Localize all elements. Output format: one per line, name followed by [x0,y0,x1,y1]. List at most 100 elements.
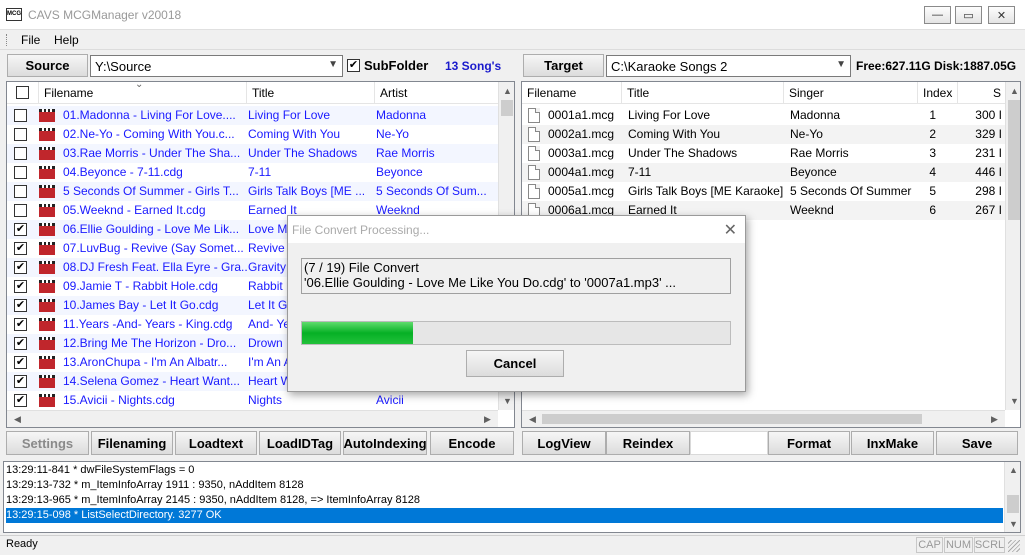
logview-button[interactable]: LogView [522,431,606,455]
inxmake-button[interactable]: InxMake [851,431,934,455]
scroll-left-icon[interactable]: ◀ [524,414,541,425]
cell-filename: 07.LuvBug - Revive (Say Somet... [63,241,244,255]
cell-title: Under The Shadows [628,146,738,160]
cell-size: 300 I [975,108,1002,122]
row-checkbox[interactable]: ✔ [14,299,27,312]
table-row[interactable]: 02.Ne-Yo - Coming With You.c... Coming Wi… [7,125,514,144]
resize-grip-icon[interactable] [1008,540,1020,552]
table-row[interactable]: 04.Beyonce - 7-11.cdg 7-11 Beyonce [7,163,514,182]
column-header-singer[interactable]: Singer [784,82,918,104]
format-button[interactable]: Format [768,431,850,455]
sort-indicator-icon: ⌄ [135,82,144,90]
row-checkbox[interactable]: ✔ [14,318,27,331]
row-checkbox[interactable]: ✔ [14,242,27,255]
maximize-button[interactable]: ▭ [955,6,982,24]
cell-filename: 10.James Bay - Let It Go.cdg [63,298,219,312]
select-all-checkbox[interactable] [16,86,29,99]
column-header-size[interactable]: S [958,82,1006,104]
table-row[interactable]: 0003a1.mcg Under The Shadows Rae Morris 3 23… [522,144,1020,163]
karaoke-file-icon [39,356,55,369]
row-checkbox[interactable] [14,109,27,122]
table-row[interactable]: 5 Seconds Of Summer - Girls T... Girls Ta… [7,182,514,201]
column-header-title[interactable]: Title [247,82,375,104]
encode-button[interactable]: Encode [430,431,514,455]
menu-file[interactable]: File [21,33,40,47]
reindex-button[interactable]: Reindex [606,431,690,455]
scroll-down-icon[interactable]: ▼ [1005,519,1020,529]
row-checkbox[interactable]: ✔ [14,394,27,407]
table-row[interactable]: 03.Rae Morris - Under The Sha... Under Th… [7,144,514,163]
settings-button[interactable]: Settings [6,431,89,455]
source-path-combo[interactable]: Y:\Source ▼ [90,55,343,77]
cell-filename: 0003a1.mcg [548,146,615,160]
cell-size: 446 I [975,165,1002,179]
row-checkbox[interactable] [14,204,27,217]
row-checkbox[interactable]: ✔ [14,375,27,388]
table-row[interactable]: ✔ 15.Avicii - Nights.cdg Nights Avicii [7,391,514,410]
column-header-filename[interactable]: Filename ⌄ [39,82,247,104]
source-button[interactable]: Source [7,54,88,77]
close-icon[interactable]: ✕ [724,220,737,240]
table-row[interactable]: 01.Madonna - Living For Love.... Living F… [7,106,514,125]
chevron-down-icon[interactable]: ▼ [328,59,338,70]
scroll-thumb[interactable] [1008,100,1020,220]
row-checkbox[interactable] [14,147,27,160]
menu-help[interactable]: Help [54,33,79,47]
scroll-left-icon[interactable]: ◀ [9,414,26,425]
table-row[interactable]: 0005a1.mcg Girls Talk Boys [ME Karaoke] 5 … [522,182,1020,201]
table-row[interactable]: 0004a1.mcg 7-11 Beyonce 4 446 I [522,163,1020,182]
cell-index: 6 [929,203,936,217]
scroll-right-icon[interactable]: ▶ [986,414,1003,425]
column-header-title[interactable]: Title [622,82,784,104]
cell-filename: 0001a1.mcg [548,108,615,122]
filenaming-button[interactable]: Filenaming [91,431,173,455]
target-path-combo[interactable]: C:\Karaoke Songs 2 ▼ [606,55,851,77]
scroll-up-icon[interactable]: ▲ [1006,86,1020,96]
column-header-artist[interactable]: Artist [375,82,499,104]
cell-filename: 02.Ne-Yo - Coming With You.c... [63,127,235,141]
blank-field [690,431,768,455]
scroll-thumb[interactable] [501,100,513,116]
log-view[interactable]: 13:29:11-841 * dwFileSystemFlags = 0 13:… [3,461,1021,533]
target-button[interactable]: Target [523,54,604,77]
cell-artist: Beyonce [376,165,423,179]
minimize-button[interactable]: — [924,6,951,24]
column-header-filename[interactable]: Filename [522,82,622,104]
row-checkbox[interactable]: ✔ [14,356,27,369]
source-horizontal-scrollbar[interactable]: ◀ ▶ [7,410,498,427]
cell-size: 267 I [975,203,1002,217]
row-checkbox[interactable]: ✔ [14,223,27,236]
table-row[interactable]: 0001a1.mcg Living For Love Madonna 1 300 I [522,106,1020,125]
close-button[interactable]: ✕ [988,6,1015,24]
cancel-button[interactable]: Cancel [466,350,564,377]
scroll-thumb[interactable] [542,414,922,424]
row-checkbox[interactable]: ✔ [14,261,27,274]
scroll-down-icon[interactable]: ▼ [1006,396,1020,406]
target-vertical-scrollbar[interactable]: ▲ ▼ [1005,82,1020,410]
scroll-up-icon[interactable]: ▲ [1005,465,1020,475]
scroll-up-icon[interactable]: ▲ [499,86,514,96]
status-scrl: SCRL [974,537,1005,553]
scroll-right-icon[interactable]: ▶ [479,414,496,425]
cell-filename: 04.Beyonce - 7-11.cdg [63,165,183,179]
loadtext-button[interactable]: Loadtext [175,431,257,455]
row-checkbox[interactable] [14,185,27,198]
save-button[interactable]: Save [936,431,1018,455]
scroll-down-icon[interactable]: ▼ [499,396,514,406]
scroll-thumb[interactable] [1007,495,1019,513]
column-header-index[interactable]: Index [918,82,958,104]
row-checkbox[interactable]: ✔ [14,337,27,350]
log-line-selected[interactable]: 13:29:15-098 * ListSelectDirectory. 3277… [6,508,1003,523]
log-vertical-scrollbar[interactable]: ▲ ▼ [1004,462,1020,532]
target-horizontal-scrollbar[interactable]: ◀ ▶ [522,410,1005,427]
subfolder-checkbox[interactable]: ✔ [347,59,360,72]
row-checkbox[interactable]: ✔ [14,280,27,293]
status-ready: Ready [6,538,38,550]
chevron-down-icon[interactable]: ▼ [836,59,846,70]
row-checkbox[interactable] [14,166,27,179]
row-checkbox[interactable] [14,128,27,141]
dialog-message-line1: (7 / 19) File Convert [304,260,419,275]
autoindexing-button[interactable]: AutoIndexing [343,431,427,455]
table-row[interactable]: 0002a1.mcg Coming With You Ne-Yo 2 329 I [522,125,1020,144]
loadidtag-button[interactable]: LoadIDTag [259,431,341,455]
